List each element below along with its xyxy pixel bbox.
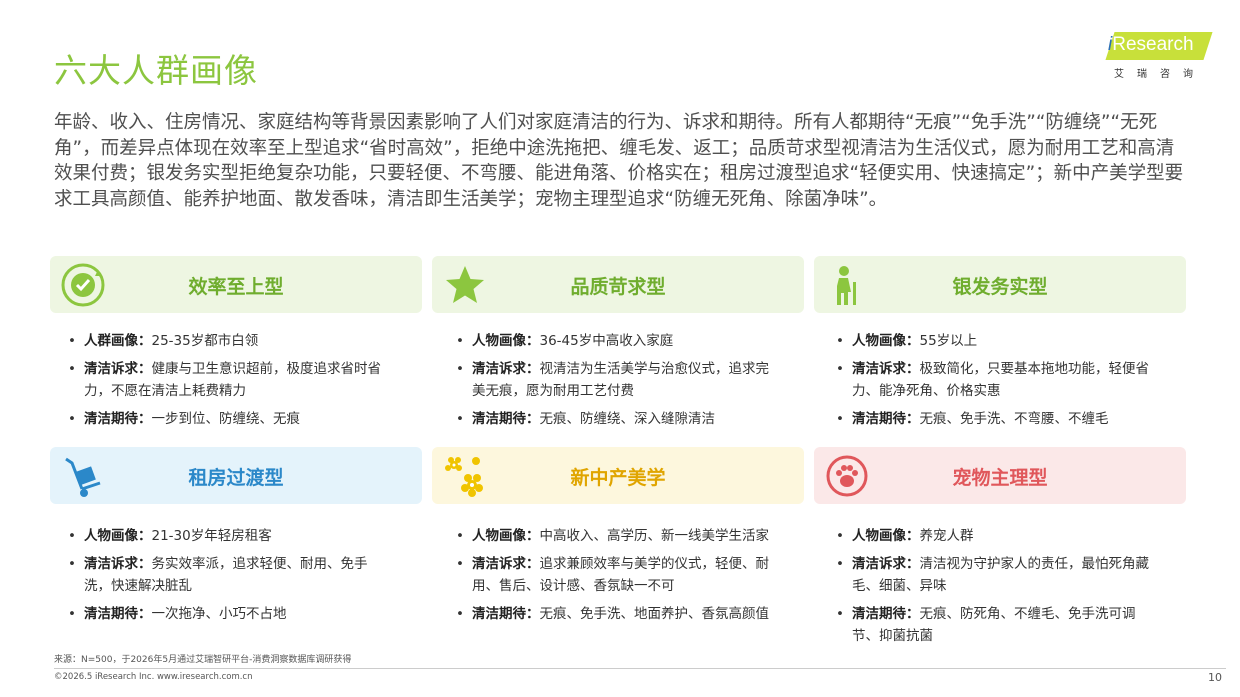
segment-details-quality: 人物画像：36-45岁中高收入家庭 清洁诉求：视清洁为生活美学与治愈仪式，追求完… <box>452 330 782 436</box>
list-item: 人物画像：36-45岁中高收入家庭 <box>452 330 782 352</box>
segment-details-aesthetic: 人物画像：中高收入、高学历、新一线美学生活家 清洁诉求：追求兼顾效率与美学的仪式… <box>452 525 782 631</box>
page-title: 六大人群画像 <box>54 51 258 90</box>
list-item: 清洁期待：无痕、防缠绕、深入缝隙清洁 <box>452 408 782 430</box>
segment-details-efficiency: 人群画像：25-35岁都市白领 清洁诉求：健康与卫生意识超前，极度追求省时省力，… <box>64 330 394 436</box>
segment-header-silver: 银发务实型 <box>814 256 1186 313</box>
list-item: 清洁期待：一次拖净、小巧不占地 <box>64 603 394 625</box>
segment-name: 效率至上型 <box>188 276 284 298</box>
segment-header-quality: 品质苛求型 <box>432 256 804 313</box>
copyright: ©2026.5 iResearch Inc. www.iresearch.com… <box>54 672 253 682</box>
segment-name: 宠物主理型 <box>952 467 1048 489</box>
list-item: 人群画像：25-35岁都市白领 <box>64 330 394 352</box>
source-note: 来源：N=500，于2026年5月通过艾瑞智研平台-消费洞察数据库调研获得 <box>54 655 352 665</box>
segment-name: 银发务实型 <box>952 276 1048 298</box>
list-item: 清洁期待：无痕、免手洗、地面养护、香氛高颜值 <box>452 603 782 625</box>
list-item: 人物画像：养宠人群 <box>832 525 1162 547</box>
segment-header-pet: 宠物主理型 <box>814 447 1186 504</box>
list-item: 清洁期待：一步到位、防缠绕、无痕 <box>64 408 394 430</box>
footer-divider <box>54 668 1226 669</box>
segment-name: 品质苛求型 <box>570 276 666 298</box>
list-item: 清洁诉求：极致简化，只要基本拖地功能，轻便省力、能净死角、价格实惠 <box>832 358 1162 402</box>
list-item: 人物画像：中高收入、高学历、新一线美学生活家 <box>452 525 782 547</box>
list-item: 清洁诉求：务实效率派，追求轻便、耐用、免手洗，快速解决脏乱 <box>64 553 394 597</box>
segment-header-renter: 租房过渡型 <box>50 447 422 504</box>
list-item: 清洁诉求：追求兼顾效率与美学的仪式，轻便、耐用、售后、设计感、香氛缺一不可 <box>452 553 782 597</box>
iresearch-logo: iResearch 艾瑞咨询 <box>1104 30 1213 82</box>
segment-details-pet: 人物画像：养宠人群 清洁诉求：清洁视为守护家人的责任，最怕死角藏毛、细菌、异味 … <box>832 525 1162 653</box>
list-item: 人物画像：55岁以上 <box>832 330 1162 352</box>
segment-header-aesthetic: 新中产美学 <box>432 447 804 504</box>
segment-name: 租房过渡型 <box>188 467 284 489</box>
list-item: 清洁期待：无痕、免手洗、不弯腰、不缠毛 <box>832 408 1162 430</box>
segment-details-silver: 人物画像：55岁以上 清洁诉求：极致简化，只要基本拖地功能，轻便省力、能净死角、… <box>832 330 1162 436</box>
segment-header-efficiency: 效率至上型 <box>50 256 422 313</box>
intro-paragraph: 年龄、收入、住房情况、家庭结构等背景因素影响了人们对家庭清洁的行为、诉求和期待。… <box>54 112 1184 210</box>
segment-name: 新中产美学 <box>570 467 666 489</box>
segment-details-renter: 人物画像：21-30岁年轻房租客 清洁诉求：务实效率派，追求轻便、耐用、免手洗，… <box>64 525 394 631</box>
page-number: 10 <box>1208 671 1222 684</box>
list-item: 清洁期待：无痕、防死角、不缠毛、免手洗可调节、抑菌抗菌 <box>832 603 1162 647</box>
list-item: 人物画像：21-30岁年轻房租客 <box>64 525 394 547</box>
list-item: 清洁诉求：清洁视为守护家人的责任，最怕死角藏毛、细菌、异味 <box>832 553 1162 597</box>
list-item: 清洁诉求：健康与卫生意识超前，极度追求省时省力，不愿在清洁上耗费精力 <box>64 358 394 402</box>
list-item: 清洁诉求：视清洁为生活美学与治愈仪式，追求完美无痕，愿为耐用工艺付费 <box>452 358 782 402</box>
